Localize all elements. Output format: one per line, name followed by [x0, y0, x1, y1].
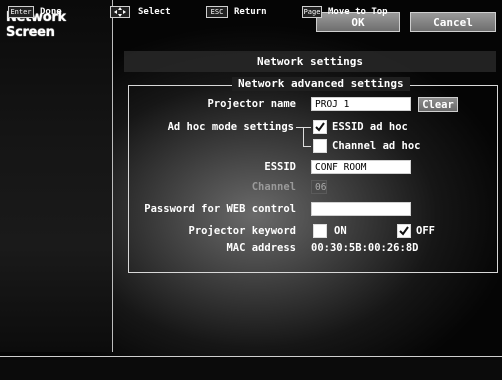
- essid-adhoc-checkbox[interactable]: [313, 120, 327, 134]
- advanced-settings-title: Network advanced settings: [232, 77, 410, 91]
- projector-name-field[interactable]: PROJ 1: [311, 97, 411, 111]
- ad-hoc-connector-3: [303, 127, 311, 128]
- footer-bar: [0, 356, 502, 380]
- keyword-off-label: OFF: [416, 225, 435, 237]
- esc-key-icon: ESC: [206, 6, 228, 18]
- clear-button[interactable]: Clear: [418, 97, 458, 112]
- keyword-on-label: ON: [334, 225, 347, 237]
- footer-return-label: Return: [234, 7, 267, 17]
- dpad-icon: [110, 6, 130, 18]
- keyword-off-radio[interactable]: [397, 224, 411, 238]
- mac-value: 00:30:5B:00:26:8D: [311, 242, 419, 254]
- essid-label: ESSID: [264, 161, 296, 173]
- section-title: Network settings: [124, 51, 496, 72]
- channel-label: Channel: [251, 181, 296, 193]
- ad-hoc-label: Ad hoc mode settings: [167, 121, 294, 133]
- ad-hoc-bracket: [303, 127, 304, 146]
- enter-key-icon: Enter: [8, 6, 34, 18]
- channel-adhoc-label: Channel ad hoc: [332, 140, 421, 152]
- channel-adhoc-checkbox[interactable]: [313, 139, 327, 153]
- ad-hoc-connector-2: [303, 146, 311, 147]
- mac-label: MAC address: [226, 242, 296, 254]
- keyword-label: Projector keyword: [188, 225, 296, 237]
- channel-field: 06: [311, 180, 327, 194]
- ad-hoc-connector: [296, 127, 303, 128]
- check-icon: [399, 226, 409, 236]
- check-icon: [315, 122, 325, 132]
- footer-done-label: Done: [40, 7, 62, 17]
- password-field[interactable]: [311, 202, 411, 216]
- footer-select-label: Select: [138, 7, 171, 17]
- keyword-on-radio[interactable]: [313, 224, 327, 238]
- footer-move-to-top-label: Move to Top: [328, 7, 388, 17]
- password-label: Password for WEB control: [144, 203, 296, 215]
- projector-name-label: Projector name: [207, 98, 296, 110]
- essid-adhoc-label: ESSID ad hoc: [332, 121, 408, 133]
- cancel-button[interactable]: Cancel: [410, 12, 496, 32]
- essid-field[interactable]: CONF ROOM: [311, 160, 411, 174]
- left-panel: [0, 0, 113, 352]
- page-key-icon: Page: [302, 6, 322, 18]
